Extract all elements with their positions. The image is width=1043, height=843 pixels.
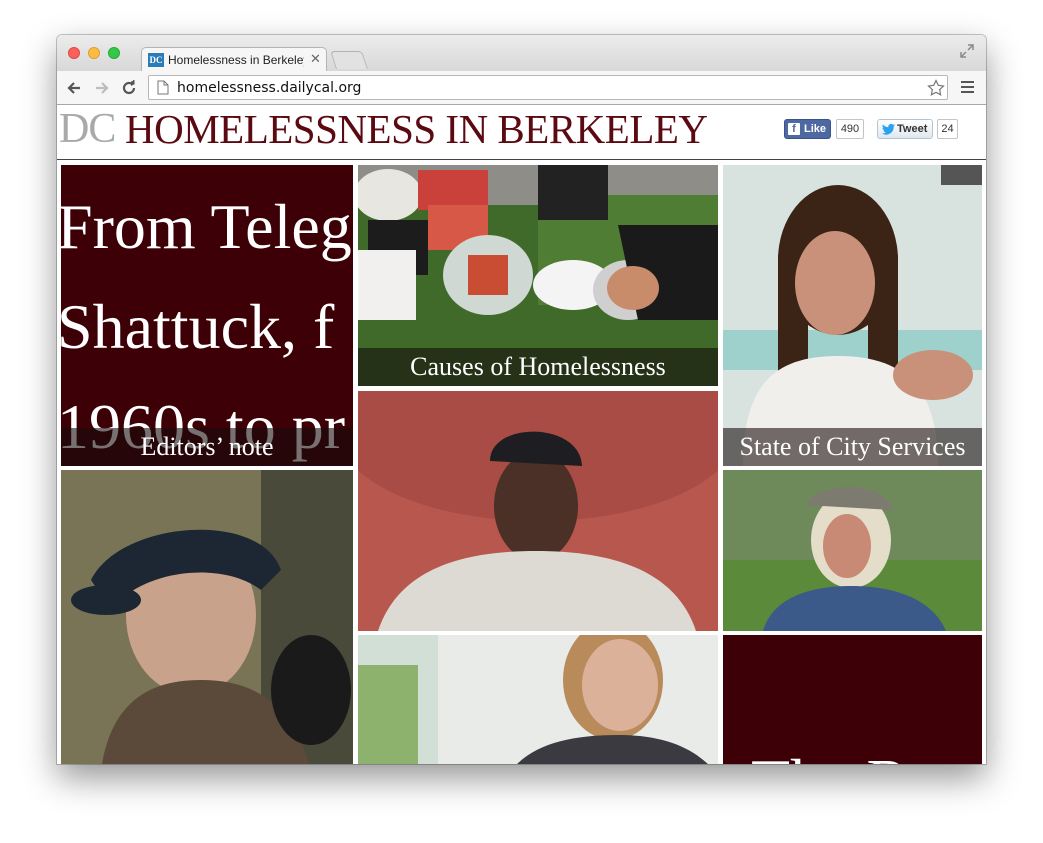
city-services-caption: State of City Services — [723, 428, 982, 466]
portrait-tile-woman-cap[interactable] — [61, 470, 353, 764]
portrait-photo — [358, 635, 718, 764]
fullscreen-icon[interactable] — [960, 44, 974, 58]
forward-icon[interactable] — [94, 80, 110, 96]
close-window-button[interactable] — [68, 47, 80, 59]
minimize-window-button[interactable] — [88, 47, 100, 59]
bottom-right-story-tile[interactable]: The Re — [723, 635, 982, 764]
story-grid: From Teleg Shattuck, f 1960s to pr Edito… — [57, 160, 986, 764]
tab-title: Homelessness in Berkeley — [168, 53, 304, 67]
title-bar: DC Homelessness in Berkeley ✕ — [57, 35, 986, 71]
site-logo[interactable]: DC — [59, 107, 116, 151]
state-of-city-services-tile[interactable]: State of City Services — [723, 165, 982, 466]
portrait-photo — [358, 391, 718, 631]
tweet-count: 24 — [937, 119, 958, 139]
editors-note-caption: Editors’ note — [61, 428, 353, 466]
page-title[interactable]: HOMELESSNESS IN BERKELEY — [125, 107, 708, 151]
reload-icon[interactable] — [121, 80, 137, 96]
tweet-button[interactable]: Tweet — [877, 119, 933, 139]
browser-toolbar: homelessness.dailycal.org — [57, 71, 986, 105]
portrait-photo — [61, 470, 353, 764]
portrait-tile-old-man[interactable] — [723, 470, 982, 631]
editors-note-teaser: From Teleg Shattuck, f 1960s to pr — [61, 177, 352, 466]
editors-note-tile[interactable]: From Teleg Shattuck, f 1960s to pr Edito… — [61, 165, 353, 466]
teaser-line: From Teleg — [61, 191, 352, 262]
bookmark-star-icon[interactable] — [927, 79, 945, 97]
facebook-like-button[interactable]: f Like — [784, 119, 831, 139]
facebook-like-count: 490 — [836, 119, 864, 139]
facebook-like-label: Like — [804, 123, 827, 135]
new-tab-button[interactable] — [330, 51, 368, 69]
twitter-bird-icon — [882, 124, 895, 135]
teaser-line: Shattuck, f — [61, 291, 335, 362]
address-bar[interactable]: homelessness.dailycal.org — [148, 75, 948, 100]
browser-tab[interactable]: DC Homelessness in Berkeley ✕ — [141, 47, 327, 71]
causes-caption: Causes of Homelessness — [358, 348, 718, 386]
back-icon[interactable] — [66, 80, 82, 96]
page-icon — [157, 80, 169, 95]
favicon-icon: DC — [148, 53, 164, 67]
menu-icon[interactable] — [961, 81, 974, 93]
tweet-label: Tweet — [897, 123, 928, 135]
causes-of-homelessness-tile[interactable]: Causes of Homelessness — [358, 165, 718, 386]
site-header: DC HOMELESSNESS IN BERKELEY f Like 490 T… — [57, 105, 986, 160]
browser-window: DC Homelessness in Berkeley ✕ homelessne… — [57, 35, 986, 764]
zoom-window-button[interactable] — [108, 47, 120, 59]
portrait-photo — [723, 470, 982, 631]
tab-close-icon[interactable]: ✕ — [310, 51, 321, 67]
url-text: homelessness.dailycal.org — [177, 80, 362, 96]
city-services-photo — [723, 165, 982, 466]
portrait-tile-woman-glasses[interactable] — [358, 635, 718, 764]
facebook-icon: f — [788, 123, 800, 135]
portrait-tile-man-cap[interactable] — [358, 391, 718, 631]
bottom-right-teaser: The Re — [751, 747, 938, 765]
